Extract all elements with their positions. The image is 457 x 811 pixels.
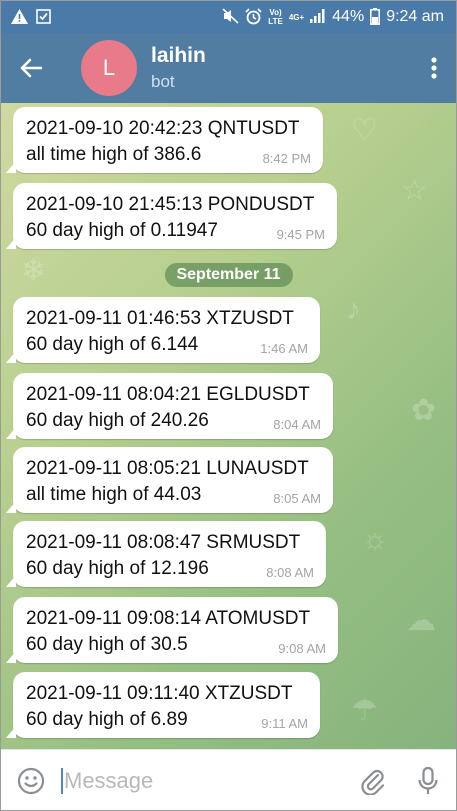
composer-bar <box>1 749 456 811</box>
umbrella-icon: ☂ <box>351 694 378 727</box>
message-time: 8:04 AM <box>273 417 321 432</box>
message-time: 9:08 AM <box>278 641 326 656</box>
chat-subtitle: bot <box>151 72 175 91</box>
chat-title: laihin <box>151 44 206 67</box>
chat-title-group[interactable]: laihin bot <box>151 44 206 92</box>
message-bubble[interactable]: 2021-09-11 01:46:53 XTZUSDT 60 day high … <box>6 297 320 363</box>
message-field[interactable] <box>61 750 344 811</box>
flower-icon: ✿ <box>411 394 437 427</box>
note-icon: ♪ <box>346 293 361 326</box>
snowflake-icon: ❄ <box>21 254 47 287</box>
alarm-icon <box>245 7 262 27</box>
microphone-icon <box>418 766 438 794</box>
network-indicator: 4G+ <box>288 12 305 22</box>
sun-icon: ☼ <box>361 523 389 556</box>
mute-icon <box>222 8 239 26</box>
battery-percent: 44% <box>332 8 365 25</box>
chat-header: L laihin bot <box>1 33 456 103</box>
smiley-icon <box>17 767 45 795</box>
more-menu-button[interactable] <box>412 33 456 103</box>
star-icon: ☆ <box>401 174 428 207</box>
back-button[interactable] <box>1 33 61 103</box>
warning-icon <box>11 8 28 26</box>
battery-icon <box>370 7 381 27</box>
message-bubble[interactable]: 2021-09-11 08:05:21 LUNAUSDT all time hi… <box>6 447 333 513</box>
attach-button[interactable] <box>344 750 400 811</box>
status-right: Vo) LTE 4G+ 44% 9:24 am <box>222 7 456 27</box>
signal-icon <box>310 9 326 25</box>
arrow-left-icon <box>20 58 42 78</box>
volte-line2: LTE <box>268 17 283 26</box>
avatar[interactable]: L <box>81 40 137 96</box>
paperclip-icon <box>361 769 385 795</box>
checkbox-icon <box>36 8 51 26</box>
message-bubble[interactable]: 2021-09-10 20:42:23 QNTUSDT all time hig… <box>6 107 323 173</box>
volte-indicator: Vo) LTE <box>268 8 283 26</box>
text-caret <box>61 768 63 794</box>
cloud-icon: ☁ <box>406 604 436 637</box>
message-bubble[interactable]: 2021-09-11 09:11:40 XTZUSDT 60 day high … <box>6 672 320 738</box>
message-bubble[interactable]: 2021-09-10 21:45:13 PONDUSDT 60 day high… <box>6 183 337 249</box>
message-bubble[interactable]: 2021-09-11 08:04:21 EGLDUSDT 60 day high… <box>6 373 333 439</box>
message-bubble[interactable]: 2021-09-11 08:08:47 SRMUSDT 60 day high … <box>6 521 326 587</box>
heart-icon: ♡ <box>351 114 378 147</box>
phone-screen: Vo) LTE 4G+ 44% 9:24 am L laihin bot ♡ ☆… <box>0 0 457 811</box>
emoji-button[interactable] <box>1 750 61 811</box>
message-bubble[interactable]: 2021-09-11 09:08:14 ATOMUSDT 60 day high… <box>6 597 338 663</box>
message-time: 9:11 AM <box>261 716 308 731</box>
status-bar: Vo) LTE 4G+ 44% 9:24 am <box>1 1 456 33</box>
volte-line1: Vo) <box>269 8 282 17</box>
message-time: 8:05 AM <box>273 491 321 506</box>
message-list[interactable]: ♡ ☆ ♪ ✿ ☼ ☁ ☂ ❄ 2021-09-10 20:42:23 QNTU… <box>1 103 456 749</box>
message-time: 8:08 AM <box>266 565 314 580</box>
date-separator: September 11 <box>164 263 293 287</box>
more-vertical-icon <box>431 57 437 79</box>
message-input[interactable] <box>64 768 304 794</box>
voice-record-button[interactable] <box>400 750 456 811</box>
status-left <box>1 8 51 26</box>
message-time: 9:45 PM <box>276 227 325 242</box>
message-time: 8:42 PM <box>262 151 311 166</box>
clock: 9:24 am <box>386 8 444 25</box>
message-time: 1:46 AM <box>260 341 308 356</box>
